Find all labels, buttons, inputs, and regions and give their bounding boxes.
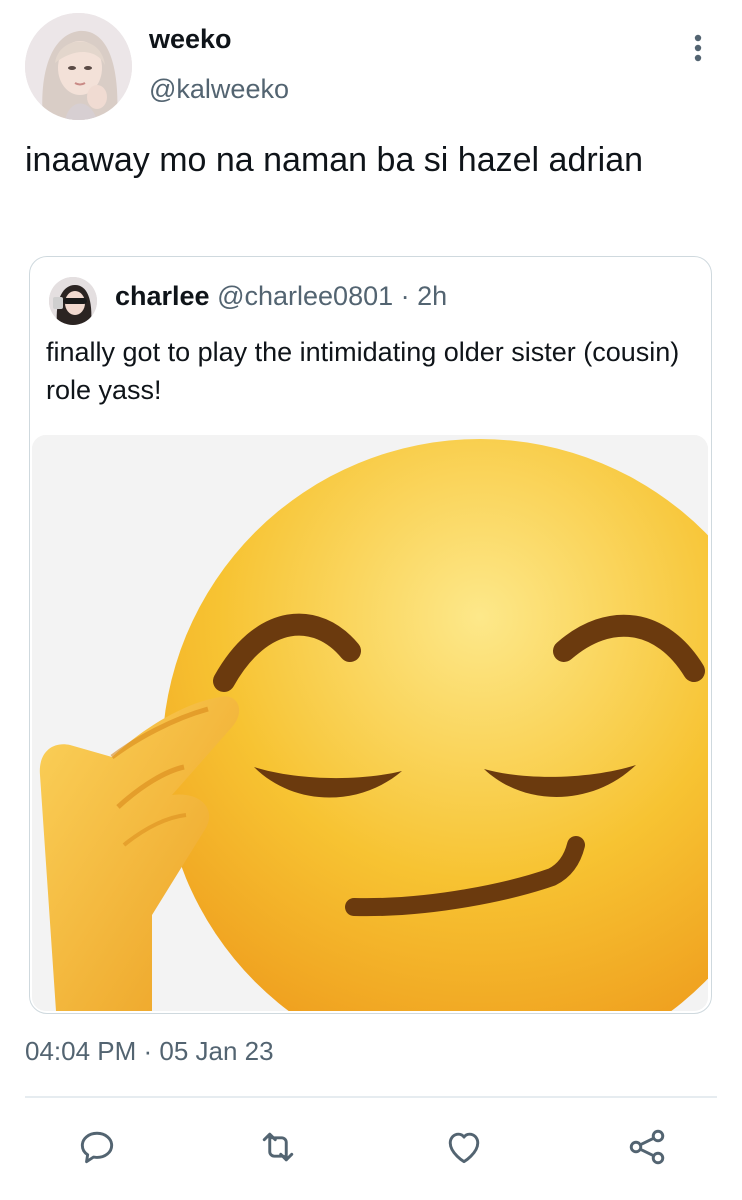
- quoted-tweet-card[interactable]: charlee @charlee0801 · 2h finally got to…: [29, 256, 712, 1014]
- quoted-author-handle[interactable]: @charlee0801: [217, 281, 393, 311]
- action-bar-divider: [25, 1096, 717, 1098]
- saluting-smirk-emoji-image: [32, 435, 708, 1011]
- quoted-author-avatar[interactable]: [49, 277, 97, 325]
- quoted-tweet-age[interactable]: 2h: [417, 281, 447, 311]
- more-options-button[interactable]: [676, 28, 720, 72]
- retweet-button[interactable]: [253, 1122, 303, 1172]
- like-button[interactable]: [439, 1122, 489, 1172]
- retweet-icon: [262, 1132, 294, 1162]
- more-vertical-icon: [694, 34, 702, 62]
- reply-icon: [80, 1131, 114, 1164]
- quoted-tweet-text: finally got to play the intimidating old…: [46, 337, 680, 405]
- author-avatar[interactable]: [25, 13, 132, 120]
- quoted-author-name[interactable]: charlee: [115, 281, 210, 311]
- tweet-timestamp[interactable]: 04:04 PM · 05 Jan 23: [25, 1036, 274, 1067]
- reply-button[interactable]: [72, 1122, 122, 1172]
- share-icon: [629, 1129, 665, 1165]
- tweet-text: inaaway mo na naman ba si hazel adrian: [25, 141, 644, 179]
- quoted-separator: ·: [400, 281, 410, 311]
- quoted-tweet-header: charlee @charlee0801 · 2h: [115, 281, 447, 312]
- heart-icon: [448, 1132, 480, 1164]
- share-button[interactable]: [622, 1122, 672, 1172]
- quoted-tweet-media[interactable]: [32, 435, 708, 1011]
- author-handle[interactable]: @kalweeko: [149, 74, 289, 105]
- author-name[interactable]: weeko: [149, 24, 232, 55]
